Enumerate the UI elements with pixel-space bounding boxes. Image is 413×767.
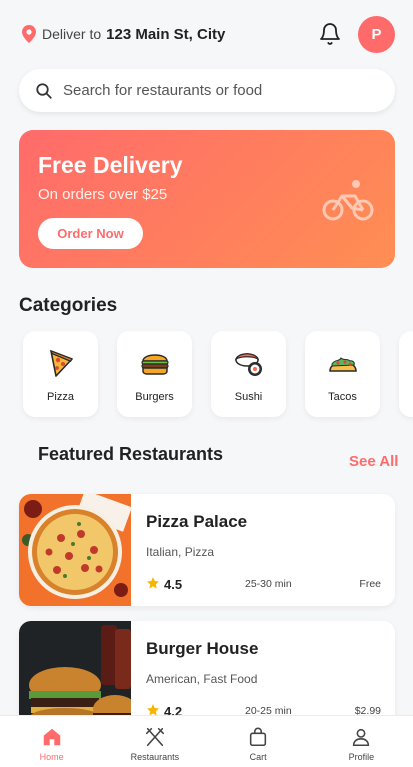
sushi-icon (234, 353, 262, 376)
location-pin-icon (22, 25, 36, 43)
taco-icon (328, 357, 357, 372)
nav-label: Profile (348, 752, 375, 762)
category-more[interactable] (399, 331, 413, 417)
category-label: Sushi (234, 391, 263, 403)
pizza-photo (19, 494, 131, 606)
category-label: Burgers (135, 391, 174, 403)
restaurant-rating: 4.5 (164, 577, 183, 592)
delivery-time: 25-30 min (245, 578, 292, 590)
nav-label: Cart (249, 752, 267, 762)
restaurant-name: Burger House (146, 639, 259, 658)
bag-icon (250, 727, 267, 747)
category-pizza[interactable]: Pizza (23, 331, 98, 417)
delivery-location[interactable]: Deliver to 123 Main St, City (22, 25, 225, 43)
bicycle-icon (322, 180, 374, 221)
nav-cart[interactable]: Cart (218, 716, 298, 767)
nav-restaurants[interactable]: Restaurants (115, 716, 195, 767)
order-now-button[interactable]: Order Now (38, 218, 143, 249)
category-burgers[interactable]: Burgers (117, 331, 192, 417)
category-sushi[interactable]: Sushi (211, 331, 286, 417)
category-label: Pizza (47, 391, 74, 403)
delivery-fee: Free (359, 578, 381, 590)
nav-label: Home (39, 752, 64, 762)
categories-list: Pizza Burgers Sushi Tacos (23, 331, 413, 417)
utensils-icon (145, 727, 164, 747)
user-icon (353, 728, 370, 747)
bottom-nav: Home Restaurants Cart Profile (0, 715, 413, 767)
restaurant-name: Pizza Palace (146, 512, 248, 531)
nav-profile[interactable]: Profile (321, 716, 401, 767)
category-tacos[interactable]: Tacos (305, 331, 380, 417)
nav-home[interactable]: Home (12, 716, 92, 767)
category-label: Tacos (328, 391, 357, 403)
search-input[interactable] (63, 82, 363, 99)
promo-subtitle: On orders over $25 (38, 186, 168, 203)
burger-icon (140, 354, 169, 375)
promo-banner[interactable]: Free Delivery On orders over $25 Order N… (19, 130, 395, 268)
see-all-link[interactable]: See All (349, 453, 398, 470)
search-icon (36, 82, 52, 99)
categories-title: Categories (19, 295, 118, 316)
promo-title: Free Delivery (38, 152, 183, 178)
restaurant-cuisine: Italian, Pizza (146, 545, 215, 559)
top-bar: Deliver to 123 Main St, City P (0, 0, 413, 70)
bell-icon[interactable] (318, 22, 342, 46)
featured-title: Featured Restaurants (38, 444, 224, 464)
nav-label: Restaurants (130, 752, 180, 762)
star-icon (147, 577, 159, 589)
restaurant-cuisine: American, Fast Food (146, 672, 258, 686)
restaurant-card[interactable]: Pizza Palace Italian, Pizza 4.5 25-30 mi… (19, 494, 395, 606)
search-bar[interactable] (19, 69, 395, 112)
home-icon (43, 728, 60, 746)
deliver-to-label: Deliver to (42, 26, 102, 42)
avatar[interactable]: P (358, 16, 395, 53)
address-text: 123 Main St, City (106, 25, 226, 43)
pizza-icon (49, 349, 73, 377)
